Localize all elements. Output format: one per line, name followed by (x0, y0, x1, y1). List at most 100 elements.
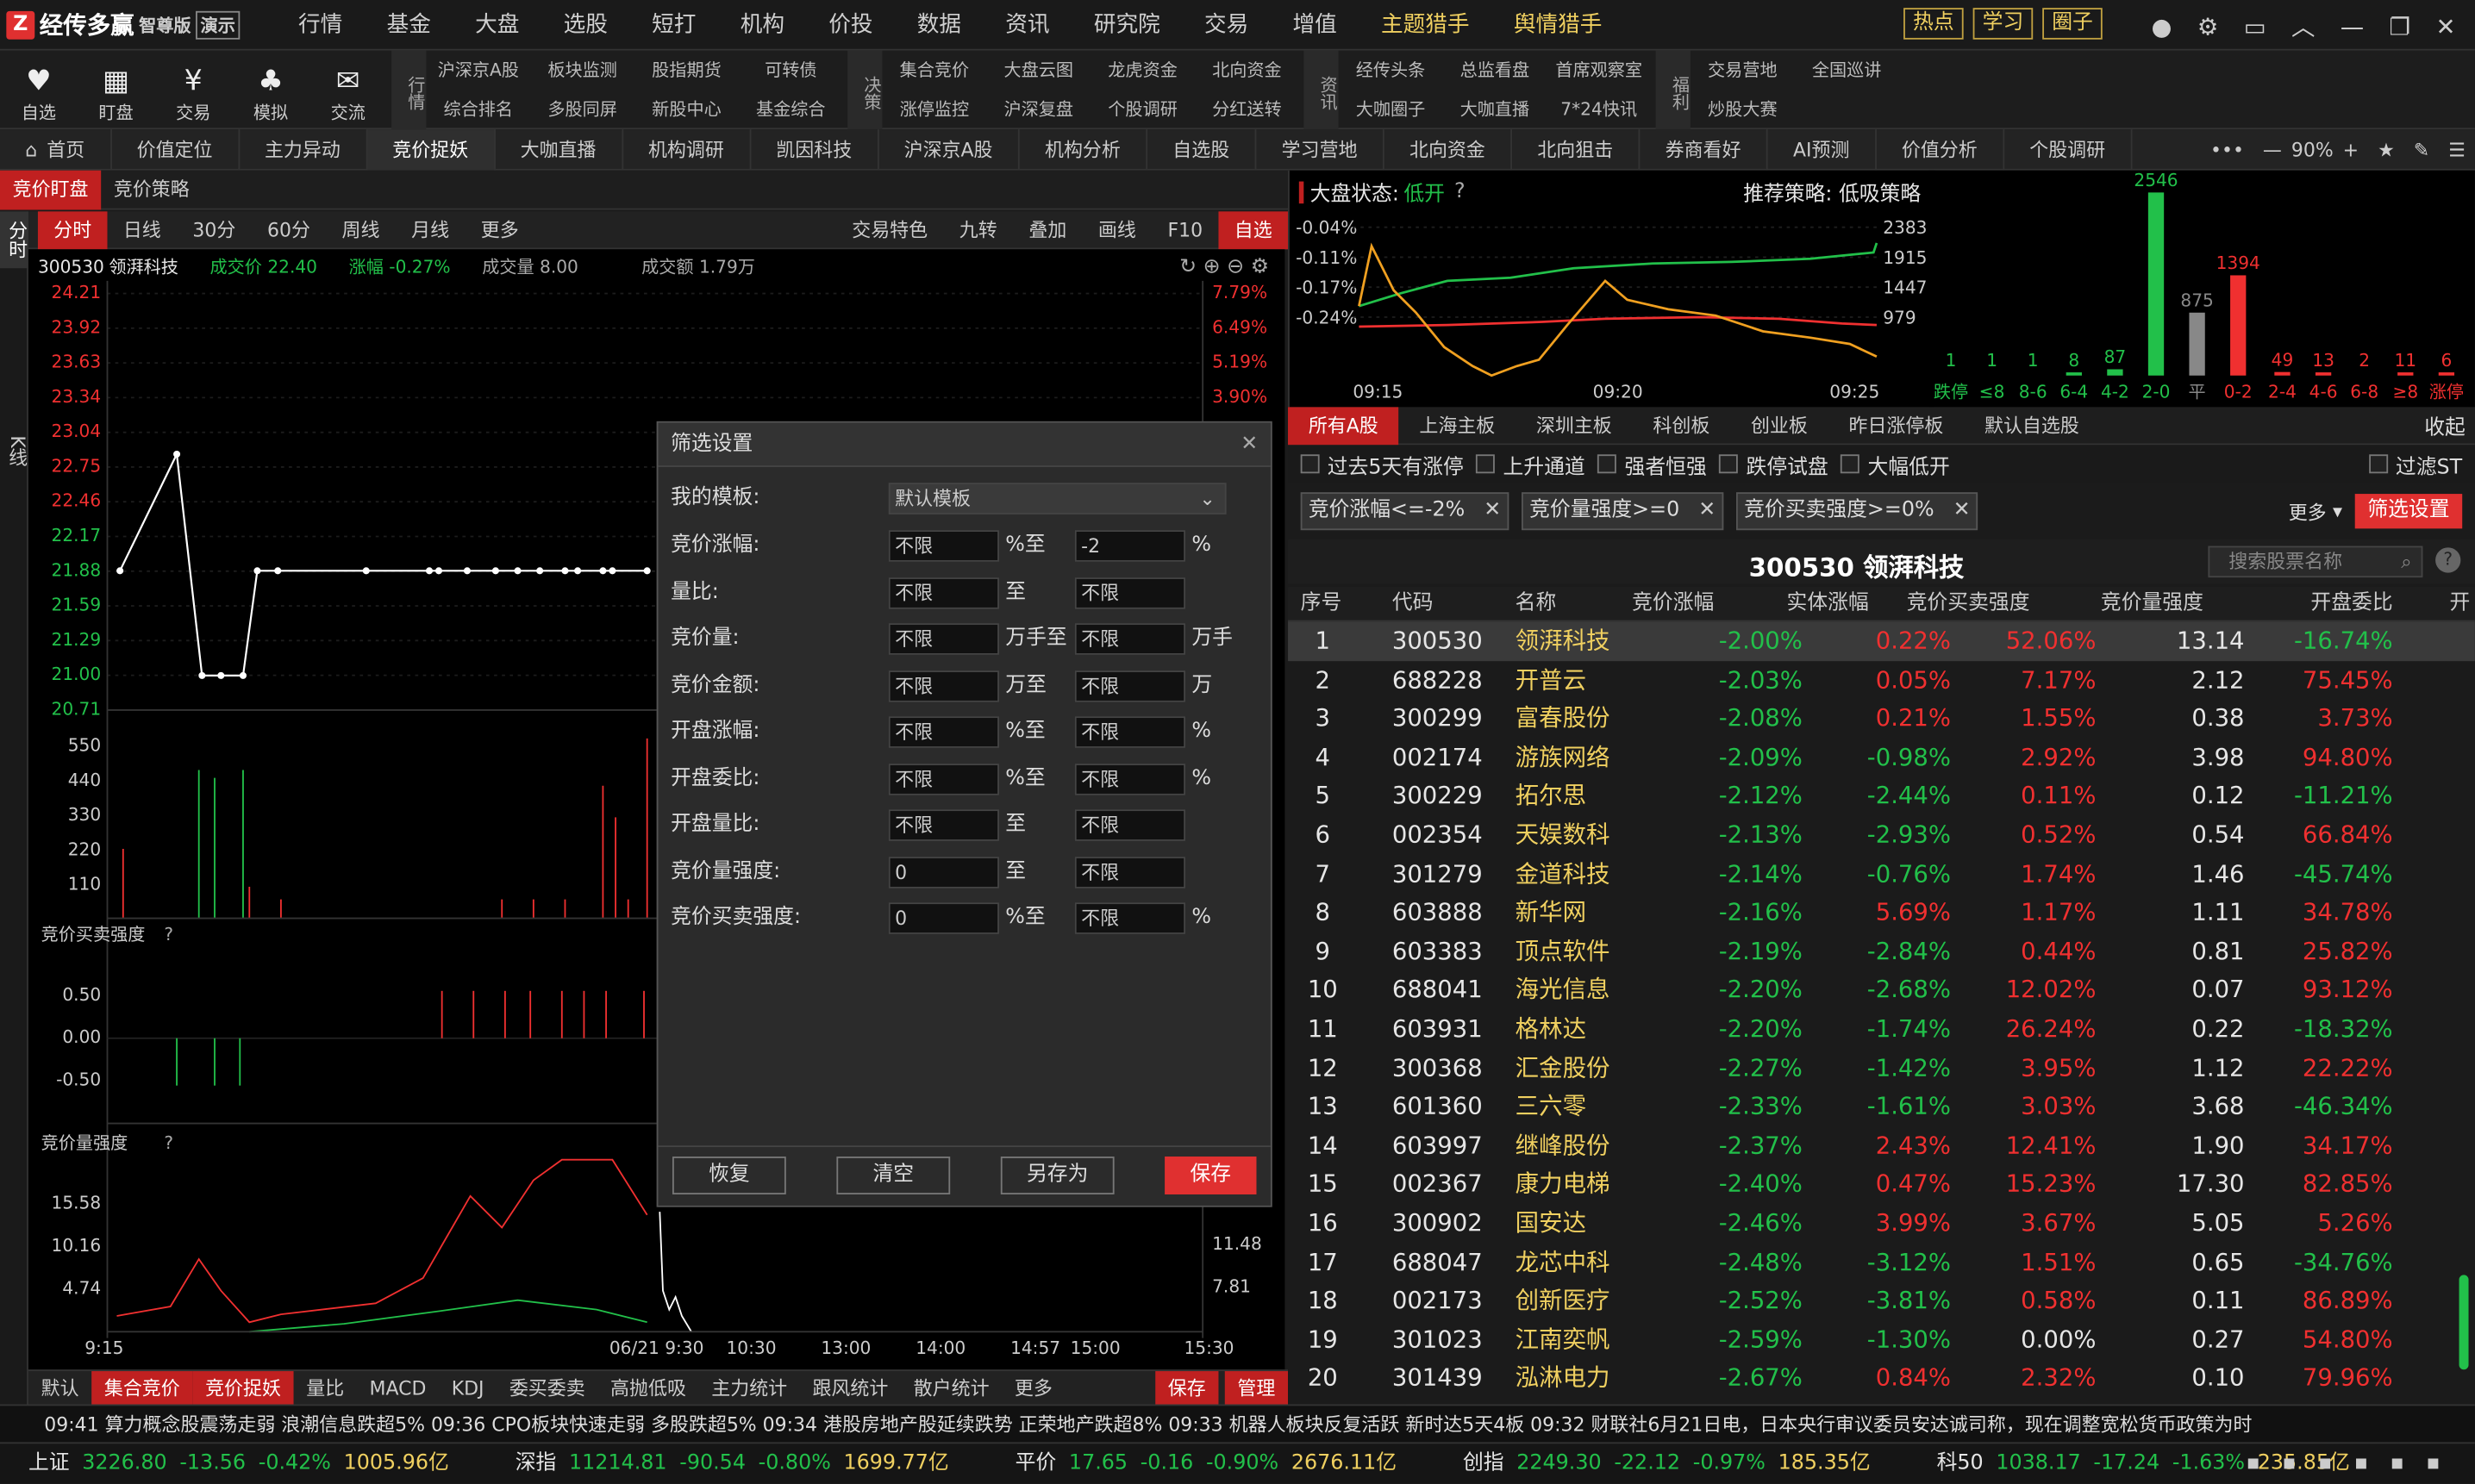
menu-item[interactable]: 行情 (276, 0, 365, 51)
tab-item[interactable]: 主力异动 (240, 128, 367, 170)
tab-item[interactable]: 价值定位 (111, 128, 240, 170)
indicator-tab[interactable]: KDJ (439, 1370, 497, 1405)
indicator-tab[interactable]: 默认 (28, 1370, 91, 1405)
menu-item[interactable]: 资讯 (984, 0, 1072, 51)
gear-icon[interactable]: ⚙ (2197, 12, 2219, 41)
tab-item[interactable]: 北向资金 (1384, 128, 1513, 170)
tab-item[interactable]: 首页 (44, 128, 112, 170)
menu-item[interactable]: 大盘 (453, 0, 541, 51)
column-header[interactable]: 代码 (1392, 587, 1434, 621)
dialog-save-as-button[interactable]: 另存为 (1000, 1157, 1115, 1194)
filter-checkbox[interactable]: 强者恒强 (1597, 449, 1707, 479)
list-icon[interactable]: ☰ (2448, 138, 2466, 160)
group-link[interactable]: 多股同屏 (530, 89, 634, 128)
filter-max-input[interactable]: 不限 (1074, 577, 1186, 608)
toolbar-chart-button[interactable]: ▦ 盯盘 (78, 54, 155, 124)
group-link[interactable]: 股指期货 (634, 50, 739, 90)
tab-item[interactable]: 自选股 (1147, 128, 1257, 170)
close-icon[interactable]: ✕ (2435, 12, 2455, 41)
period-tab[interactable]: 周线 (326, 210, 396, 248)
table-row[interactable]: 8 603888 新华网 -2.16% 5.69% 1.17% 1.11 34.78% (1288, 894, 2475, 932)
period-tab[interactable]: 更多 (465, 210, 534, 248)
chart-tool[interactable]: F10 (1152, 210, 1218, 248)
condition-chip[interactable]: 竞价量强度>=0 ✕ (1522, 492, 1724, 531)
table-row[interactable]: 15 002367 康力电梯 -2.40% 0.47% 15.23% 17.30 82.85% (1288, 1165, 2475, 1204)
group-link[interactable]: 集合竞价 (882, 50, 986, 90)
remove-icon[interactable]: ✕ (1953, 499, 1971, 522)
side-tab[interactable]: K线 (0, 426, 28, 476)
table-row[interactable]: 3 300299 富春股份 -2.08% 0.21% 1.55% 0.38 3.73% (1288, 699, 2475, 738)
menu-item[interactable]: 主题猎手 (1359, 0, 1491, 51)
group-link[interactable]: 基金综合 (739, 89, 843, 128)
menu-item[interactable]: 舆情猎手 (1491, 0, 1624, 51)
menu-item[interactable]: 数据 (895, 0, 984, 51)
tab-item[interactable]: 沪深京A股 (878, 128, 1020, 170)
column-header[interactable]: 序号 (1301, 587, 1342, 621)
indicator-tab[interactable]: 更多 (1002, 1370, 1065, 1405)
table-row[interactable]: 6 002354 天娱数科 -2.13% -2.93% 0.52% 0.54 66.84% (1288, 816, 2475, 855)
table-row[interactable]: 10 688041 海光信息 -2.20% -2.68% 12.02% 0.07 93.12% (1288, 971, 2475, 1010)
filter-checkbox[interactable]: 过去5天有涨停 (1300, 449, 1464, 479)
filter-min-input[interactable]: 不限 (888, 809, 999, 841)
filter-settings-button[interactable]: 筛选设置 (2354, 494, 2463, 529)
table-row[interactable]: 13 601360 三六零 -2.33% -1.61% 3.03% 3.68 -46.34% (1288, 1088, 2475, 1126)
market-filter-tab[interactable]: 默认自选股 (1964, 406, 2099, 444)
table-row[interactable]: 20 301439 泓淋电力 -2.67% 0.84% 2.32% 0.10 79.96% (1288, 1359, 2475, 1398)
tab-item[interactable]: 凯因科技 (751, 128, 879, 170)
table-row[interactable]: 19 301023 江南奕帆 -2.59% -1.30% 0.00% 0.27 54.80% (1288, 1320, 2475, 1359)
collapse-button[interactable]: 收起 (2424, 410, 2466, 440)
period-tab[interactable]: 月线 (396, 210, 466, 248)
group-link[interactable]: 总监看盘 (1442, 50, 1547, 90)
market-filter-tab[interactable]: 所有A股 (1288, 406, 1399, 445)
indicator-tab[interactable]: 跟风统计 (800, 1370, 901, 1405)
group-link[interactable]: 新股中心 (634, 89, 739, 128)
toolbar-heart-button[interactable]: ♥ 自选 (0, 54, 78, 124)
menu-item[interactable]: 研究院 (1072, 0, 1182, 51)
period-tab[interactable]: 日线 (108, 210, 178, 248)
group-link[interactable]: 可转债 (739, 50, 843, 90)
chart-icon[interactable]: ▪ (2354, 1451, 2368, 1475)
indicator-tab[interactable]: 集合竞价 (91, 1370, 193, 1406)
diamond-icon[interactable]: ▪ (2318, 1451, 2332, 1475)
dialog-save-button[interactable]: 保存 (1165, 1157, 1257, 1194)
help-icon[interactable]: ? (1454, 180, 1466, 203)
user-icon[interactable]: ● (2152, 12, 2172, 41)
filter-min-input[interactable]: 不限 (888, 577, 999, 608)
toolbar-gamepad-button[interactable]: ♣ 模拟 (232, 54, 309, 124)
table-row[interactable]: 5 300229 拓尔思 -2.12% -2.44% 0.11% 0.12 -11.21% (1288, 777, 2475, 816)
group-link[interactable]: 全国巡讲 (1795, 50, 1899, 90)
indicator-tab[interactable]: 管理 (1224, 1370, 1289, 1406)
minimize-icon[interactable]: — (2341, 12, 2364, 41)
filter-max-input[interactable]: 不限 (1074, 763, 1186, 795)
collapse-icon[interactable]: ︿ (2291, 9, 2315, 42)
filter-max-input[interactable]: 不限 (1074, 716, 1186, 748)
table-row[interactable]: 12 300368 汇金股份 -2.27% -1.42% 3.95% 1.12 22.22% (1288, 1049, 2475, 1088)
menu-item[interactable]: 机构 (718, 0, 807, 51)
menu-item[interactable]: 短打 (630, 0, 719, 51)
filter-max-input[interactable]: 不限 (1074, 809, 1186, 841)
market-filter-tab[interactable]: 深圳主板 (1516, 406, 1633, 444)
chart-tool[interactable]: 叠加 (1013, 210, 1083, 248)
filter-max-input[interactable]: -2 (1074, 530, 1186, 562)
table-row[interactable]: 14 603997 继峰股份 -2.37% 2.43% 12.41% 1.90 34.17% (1288, 1126, 2475, 1165)
period-tab[interactable]: 30分 (177, 210, 252, 248)
tab-item[interactable]: 个股调研 (2004, 128, 2133, 170)
group-link[interactable]: 分红送转 (1195, 89, 1299, 128)
remove-icon[interactable]: ✕ (1484, 499, 1501, 522)
side-tab[interactable]: 分时 (0, 211, 28, 269)
indicator-tab[interactable]: 散户统计 (901, 1370, 1002, 1405)
index-item[interactable]: 深指 11214.81 -90.54 -0.80% 1699.77亿 (516, 1451, 962, 1475)
filter-min-input[interactable]: 0 (888, 902, 999, 934)
dialog-reset-button[interactable]: 恢复 (672, 1157, 786, 1194)
chart-tool[interactable]: 九转 (943, 210, 1013, 248)
toolbar-yen-button[interactable]: ¥ 交易 (154, 54, 232, 124)
tab-item[interactable]: 机构调研 (623, 128, 751, 170)
period-tab[interactable]: 60分 (252, 210, 327, 248)
indicator-tab[interactable]: 主力统计 (699, 1370, 800, 1405)
tab-item[interactable]: 学习营地 (1256, 128, 1384, 170)
indicator-tab[interactable]: 量比 (294, 1370, 357, 1405)
indicator-tab[interactable]: 竞价捉妖 (192, 1370, 294, 1406)
help-icon[interactable]: ? (164, 1132, 173, 1153)
top-button[interactable]: 圈子 (2042, 8, 2103, 40)
index-item[interactable]: 平价 17.65 -0.16 -0.90% 2676.11亿 (1016, 1451, 1409, 1475)
